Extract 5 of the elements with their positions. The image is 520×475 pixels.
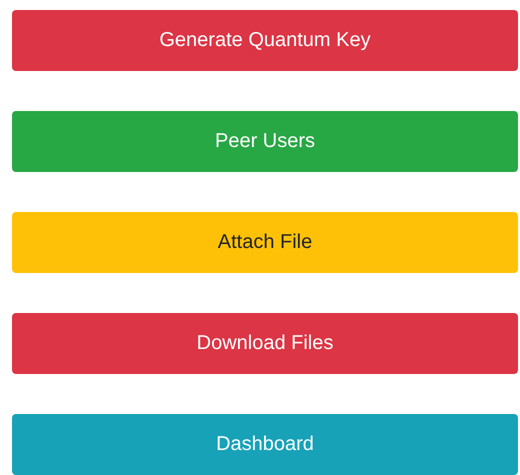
action-button[interactable]: Generate Quantum Key [12,10,518,71]
action-button[interactable]: Dashboard [12,414,518,475]
action-button[interactable]: Peer Users [12,111,518,172]
action-button[interactable]: Attach File [12,212,518,273]
action-button[interactable]: Download Files [12,313,518,374]
